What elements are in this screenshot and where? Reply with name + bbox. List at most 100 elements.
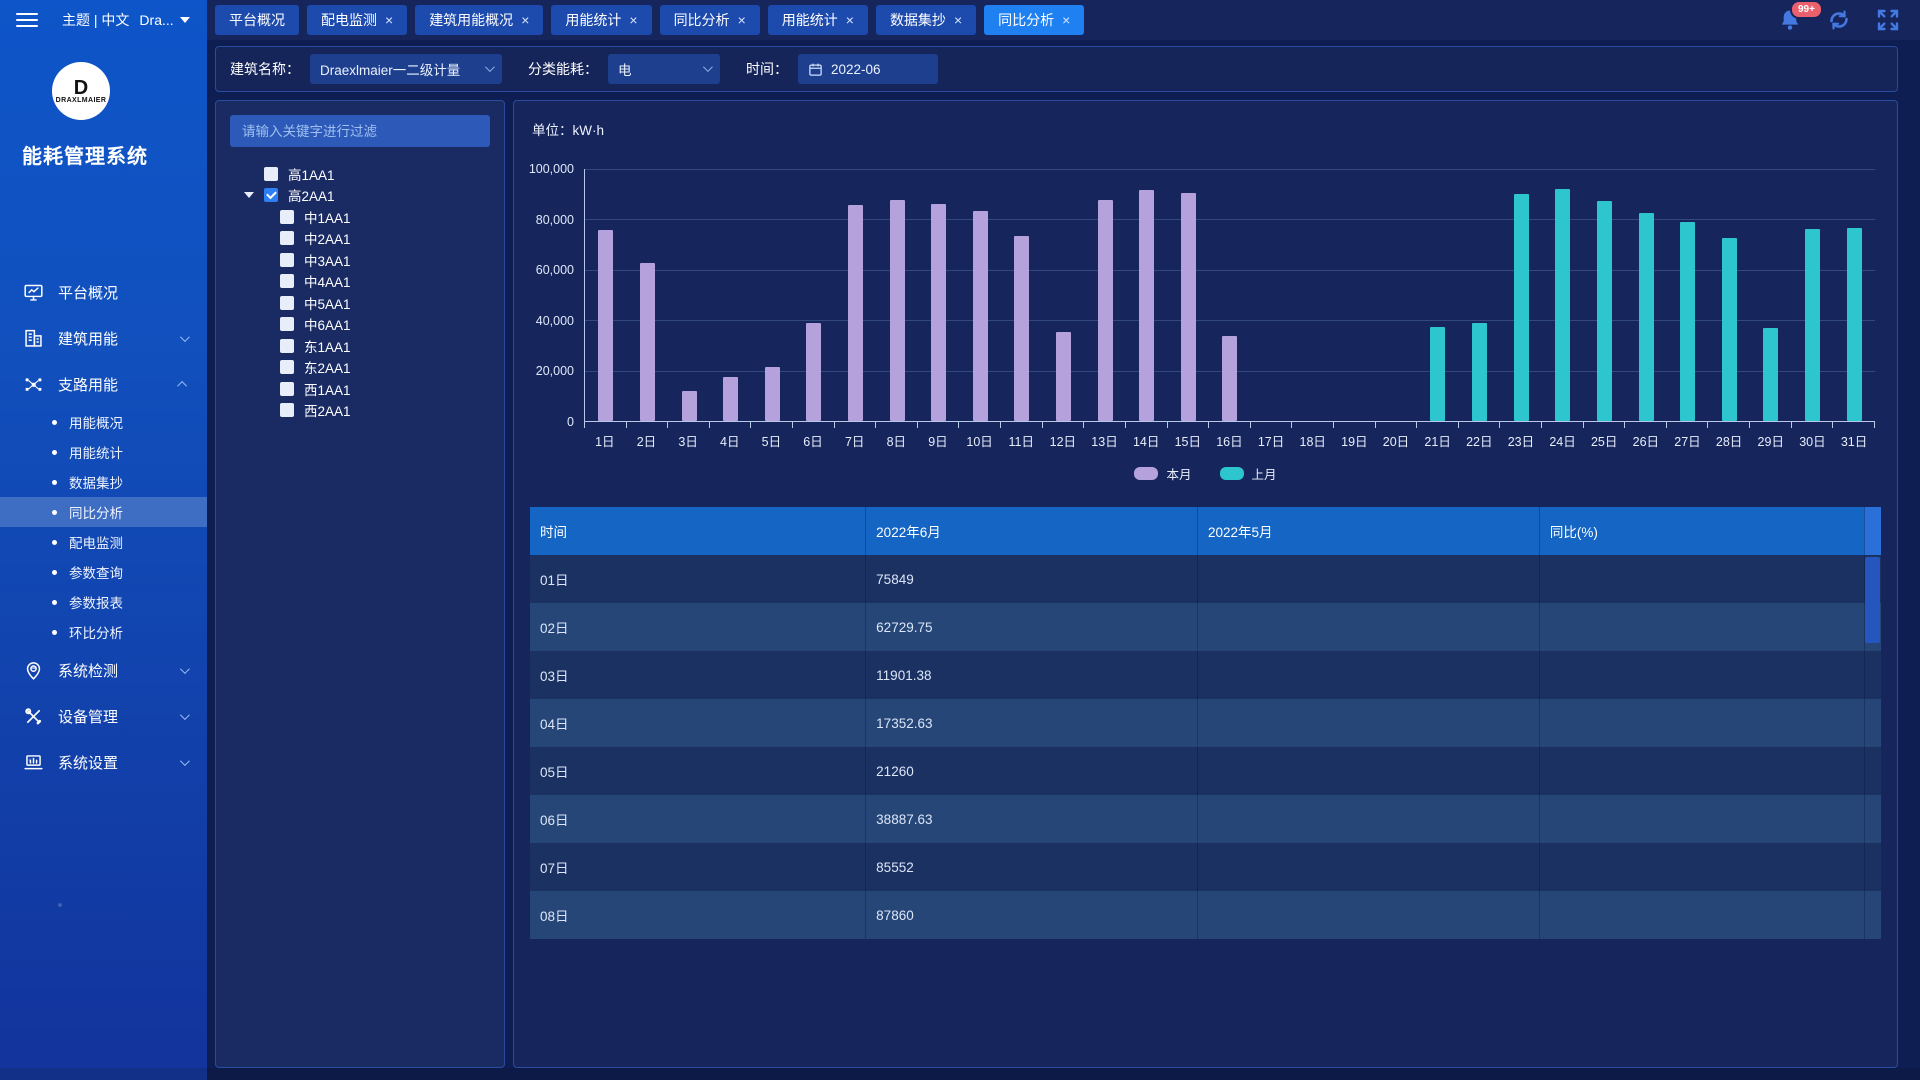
tree-node-中5AA1[interactable]: 中5AA1 xyxy=(230,292,490,314)
close-icon[interactable]: × xyxy=(846,13,854,27)
tree-node-高2AA1[interactable]: 高2AA1 xyxy=(230,185,490,207)
building-name-select[interactable]: Draexlmaier一二级计量 xyxy=(310,54,502,84)
day-slot-1日 xyxy=(585,169,627,421)
tab-label: 建筑用能概况 xyxy=(429,10,513,30)
sidebar-subitem-配电监测[interactable]: 配电监测 xyxy=(0,527,207,557)
tick-mark xyxy=(1708,422,1750,428)
tick-mark xyxy=(1833,422,1875,428)
tab-用能统计-5[interactable]: 用能统计× xyxy=(768,5,868,35)
tree-node-中6AA1[interactable]: 中6AA1 xyxy=(230,314,490,336)
tree-filter-input[interactable] xyxy=(230,115,490,147)
tab-用能统计-3[interactable]: 用能统计× xyxy=(551,5,651,35)
energy-type-label: 分类能耗： xyxy=(528,59,598,79)
sidebar-item-label: 系统设置 xyxy=(58,752,180,773)
tree-node-中2AA1[interactable]: 中2AA1 xyxy=(230,228,490,250)
legend-swatch xyxy=(1134,467,1158,480)
day-slot-23日 xyxy=(1500,169,1542,421)
language-switch[interactable]: 主题 | 中文 xyxy=(62,10,129,30)
table-scrollbar-thumb[interactable] xyxy=(1865,557,1880,643)
bottom-scrollbar-strip[interactable] xyxy=(0,1068,1920,1080)
table-header-cell: 同比(%) xyxy=(1539,507,1864,555)
sidebar-subitem-用能概况[interactable]: 用能概况 xyxy=(0,407,207,437)
tree-node-西2AA1[interactable]: 西2AA1 xyxy=(230,400,490,422)
sidebar-item-支路用能[interactable]: 支路用能 xyxy=(0,361,207,407)
checkbox[interactable] xyxy=(280,317,294,331)
user-menu[interactable]: Dra... xyxy=(139,12,189,28)
table-scroll-track-cell xyxy=(1864,699,1881,747)
sidebar-subitem-用能统计[interactable]: 用能统计 xyxy=(0,437,207,467)
tick-mark xyxy=(1667,422,1709,428)
sidebar-subitem-同比分析[interactable]: 同比分析 xyxy=(0,497,207,527)
sidebar-subitem-环比分析[interactable]: 环比分析 xyxy=(0,617,207,647)
checkbox[interactable] xyxy=(280,360,294,374)
tree-node-西1AA1[interactable]: 西1AA1 xyxy=(230,378,490,400)
sidebar-item-建筑用能[interactable]: 建筑用能 xyxy=(0,315,207,361)
tab-平台概况-0[interactable]: 平台概况 xyxy=(215,5,299,35)
refresh-icon[interactable] xyxy=(1826,8,1852,32)
table-cell: 02日 xyxy=(530,603,865,651)
day-slot-29日 xyxy=(1750,169,1792,421)
tree-node-东2AA1[interactable]: 东2AA1 xyxy=(230,357,490,379)
time-date-picker[interactable]: 2022-06 xyxy=(798,54,938,84)
checkbox[interactable] xyxy=(280,253,294,267)
sidebar-item-label: 建筑用能 xyxy=(58,328,180,349)
checkbox[interactable] xyxy=(280,274,294,288)
checkbox[interactable] xyxy=(264,188,278,202)
app-title: 能耗管理系统 xyxy=(22,140,207,169)
tab-同比分析-7[interactable]: 同比分析× xyxy=(984,5,1084,35)
checkbox[interactable] xyxy=(264,167,278,181)
table-cell xyxy=(1539,555,1864,603)
legend-item-本月[interactable]: 本月 xyxy=(1134,464,1191,483)
y-tick-label: 0 xyxy=(567,415,574,429)
table-body: 01日7584902日62729.7503日11901.3804日17352.6… xyxy=(530,555,1881,939)
close-icon[interactable]: × xyxy=(1062,13,1070,27)
tab-同比分析-4[interactable]: 同比分析× xyxy=(660,5,760,35)
sidebar-subitem-label: 参数查询 xyxy=(69,562,123,582)
legend-item-上月[interactable]: 上月 xyxy=(1220,464,1277,483)
checkbox[interactable] xyxy=(280,210,294,224)
table-cell: 11901.38 xyxy=(865,651,1197,699)
sidebar-subitem-参数报表[interactable]: 参数报表 xyxy=(0,587,207,617)
expand-arrow-icon[interactable] xyxy=(244,192,254,198)
chart-bar-本月 xyxy=(1222,336,1237,421)
checkbox[interactable] xyxy=(280,382,294,396)
close-icon[interactable]: × xyxy=(738,13,746,27)
tree-node-中1AA1[interactable]: 中1AA1 xyxy=(230,206,490,228)
sidebar-item-平台概况[interactable]: 平台概况 xyxy=(0,269,207,315)
close-icon[interactable]: × xyxy=(385,13,393,27)
sidebar-item-系统设置[interactable]: 系统设置 xyxy=(0,739,207,785)
checkbox[interactable] xyxy=(280,231,294,245)
chevron-down-icon xyxy=(180,756,190,766)
tick-mark xyxy=(1043,422,1085,428)
close-icon[interactable]: × xyxy=(629,13,637,27)
chart-bar-上月 xyxy=(1847,228,1862,421)
tab-建筑用能概况-2[interactable]: 建筑用能概况 × xyxy=(415,5,543,35)
energy-type-select[interactable]: 电 xyxy=(608,54,720,84)
tab-数据集抄-6[interactable]: 数据集抄× xyxy=(876,5,976,35)
day-slot-11日 xyxy=(1001,169,1043,421)
tree-node-中4AA1[interactable]: 中4AA1 xyxy=(230,271,490,293)
checkbox[interactable] xyxy=(280,339,294,353)
x-tick-label: 30日 xyxy=(1792,431,1834,450)
close-icon[interactable]: × xyxy=(954,13,962,27)
notification-bell-icon[interactable]: 99+ xyxy=(1778,8,1802,32)
tab-配电监测-1[interactable]: 配电监测× xyxy=(307,5,407,35)
x-tick-label: 14日 xyxy=(1125,431,1167,450)
sidebar-subitem-数据集抄[interactable]: 数据集抄 xyxy=(0,467,207,497)
sidebar-subitem-参数查询[interactable]: 参数查询 xyxy=(0,557,207,587)
tick-mark xyxy=(1168,422,1210,428)
tree-node-中3AA1[interactable]: 中3AA1 xyxy=(230,249,490,271)
tree-node-高1AA1[interactable]: 高1AA1 xyxy=(230,163,490,185)
checkbox[interactable] xyxy=(280,296,294,310)
sidebar-item-系统检测[interactable]: 系统检测 xyxy=(0,647,207,693)
menu-toggle-icon[interactable] xyxy=(16,13,38,27)
day-slot-30日 xyxy=(1792,169,1834,421)
tree-node-东1AA1[interactable]: 东1AA1 xyxy=(230,335,490,357)
analysis-panel: 单位：kW·h 100,00080,00060,00040,00020,0000… xyxy=(513,100,1898,1068)
fullscreen-icon[interactable] xyxy=(1876,8,1900,32)
table-row: 07日85552 xyxy=(530,843,1881,891)
close-icon[interactable]: × xyxy=(521,13,529,27)
checkbox[interactable] xyxy=(280,403,294,417)
tree-node-label: 中5AA1 xyxy=(304,293,351,313)
sidebar-item-设备管理[interactable]: 设备管理 xyxy=(0,693,207,739)
